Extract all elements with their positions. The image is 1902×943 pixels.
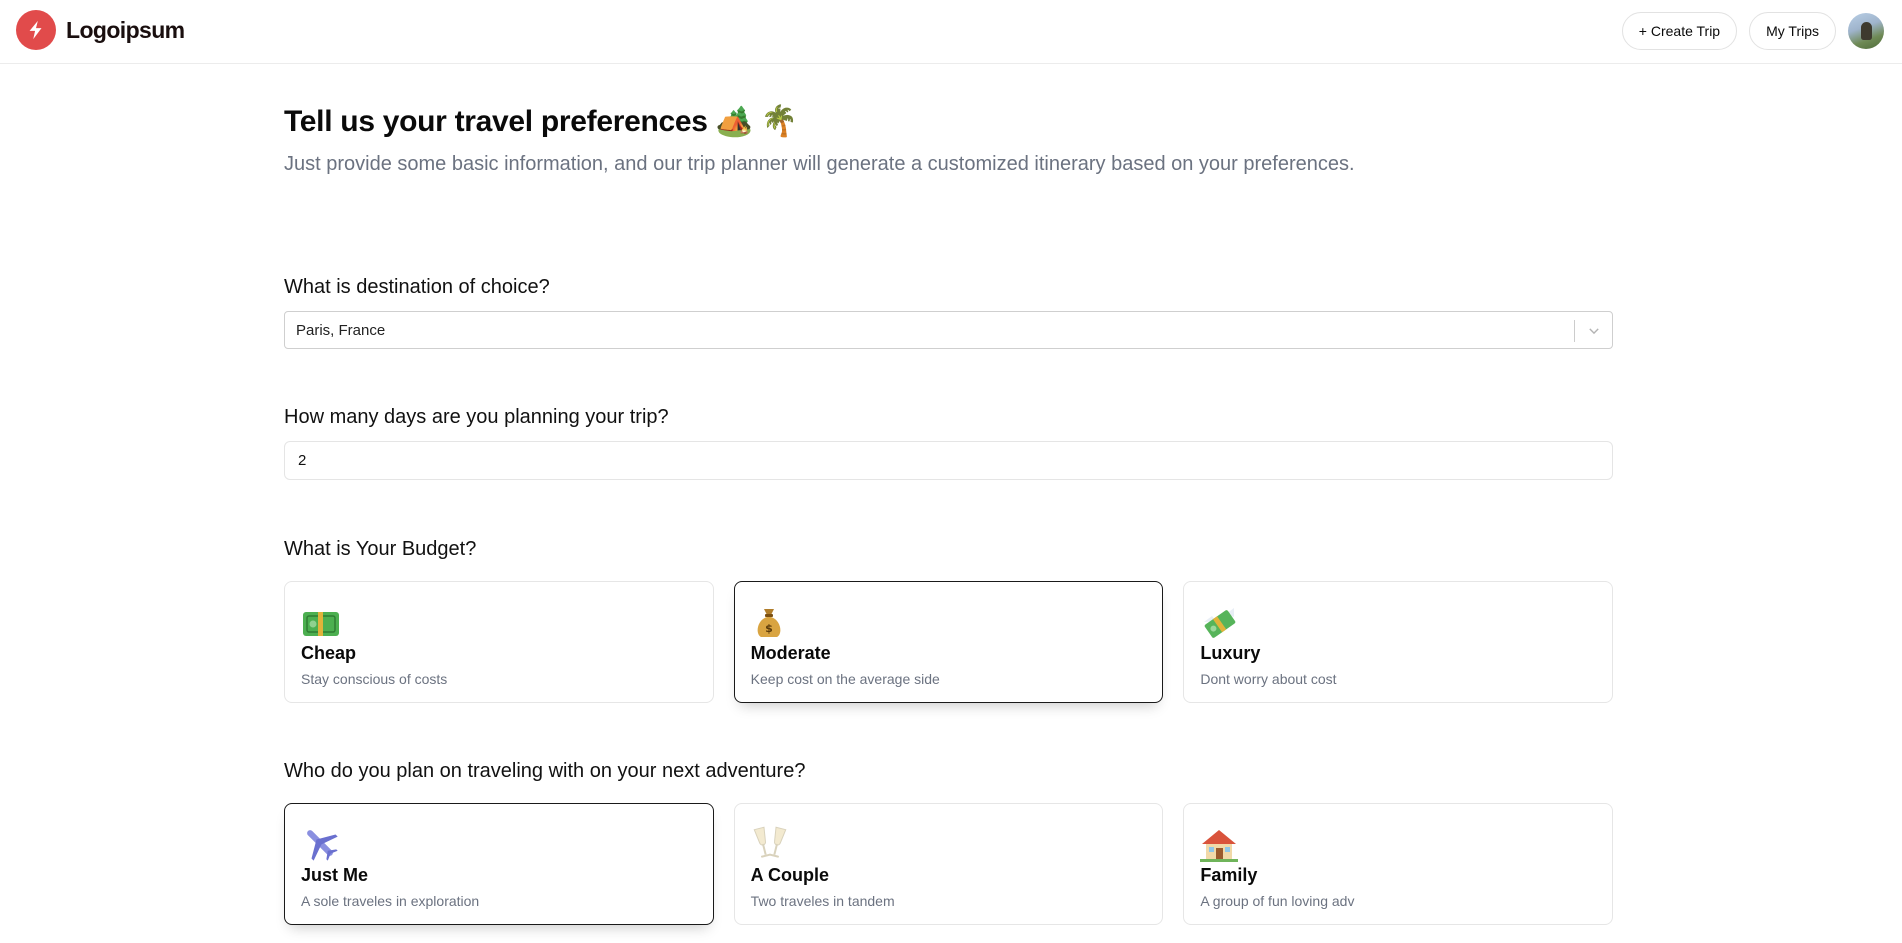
house-icon: [1200, 824, 1242, 862]
create-trip-button[interactable]: + Create Trip: [1621, 12, 1738, 50]
option-description: A group of fun loving adv: [1200, 893, 1355, 909]
budget-option-luxury[interactable]: Luxury Dont worry about cost: [1183, 581, 1614, 703]
money-bag-icon: $: [751, 602, 793, 640]
user-avatar[interactable]: [1848, 13, 1884, 49]
traveler-option-just-me[interactable]: Just Me A sole traveles in exploration: [284, 803, 714, 925]
option-title: Just Me: [301, 865, 369, 885]
traveler-options: Just Me A sole traveles in exploration A…: [284, 803, 1614, 925]
chevron-down-icon[interactable]: [1584, 321, 1604, 341]
option-description: Stay conscious of costs: [301, 671, 448, 687]
top-nav: Logoipsum + Create Trip My Trips: [0, 0, 1902, 64]
destination-select[interactable]: Paris, France: [284, 311, 1613, 349]
option-description: Keep cost on the average side: [750, 671, 940, 687]
brand-logo[interactable]: Logoipsum: [16, 10, 185, 50]
page-title: Tell us your travel preferences 🏕️ 🌴: [284, 105, 798, 138]
option-title: Cheap: [301, 643, 357, 663]
airplane-icon: [301, 824, 343, 862]
champagne-glasses-icon: [751, 824, 793, 862]
cash-icon: [301, 602, 343, 640]
option-description: Two traveles in tandem: [750, 893, 895, 909]
days-input[interactable]: [284, 441, 1613, 480]
budget-option-cheap[interactable]: Cheap Stay conscious of costs: [284, 581, 714, 703]
budget-question: What is Your Budget?: [284, 538, 477, 560]
destination-question: What is destination of choice?: [284, 276, 550, 298]
days-question: How many days are you planning your trip…: [284, 406, 669, 428]
header-actions: + Create Trip My Trips: [1621, 12, 1884, 50]
destination-value: Paris, France: [296, 322, 386, 339]
option-title: A Couple: [750, 865, 829, 885]
option-title: Family: [1200, 865, 1258, 885]
traveler-option-family[interactable]: Family A group of fun loving adv: [1183, 803, 1614, 925]
flying-money-icon: [1200, 602, 1242, 640]
option-title: Moderate: [750, 643, 831, 663]
option-title: Luxury: [1200, 643, 1261, 663]
budget-option-moderate[interactable]: $ Moderate Keep cost on the average side: [733, 581, 1164, 703]
select-divider: [1574, 320, 1575, 342]
page-subtitle: Just provide some basic information, and…: [284, 153, 1355, 175]
travelers-question: Who do you plan on traveling with on you…: [284, 760, 806, 782]
budget-options: Cheap Stay conscious of costs $ Moderate…: [284, 581, 1614, 703]
lightning-bolt-icon: [16, 10, 56, 50]
my-trips-button[interactable]: My Trips: [1749, 12, 1836, 50]
option-description: A sole traveles in exploration: [301, 893, 480, 909]
option-description: Dont worry about cost: [1200, 671, 1337, 687]
brand-name: Logoipsum: [66, 16, 185, 43]
svg-text:$: $: [765, 622, 773, 635]
traveler-option-a-couple[interactable]: A Couple Two traveles in tandem: [733, 803, 1164, 925]
